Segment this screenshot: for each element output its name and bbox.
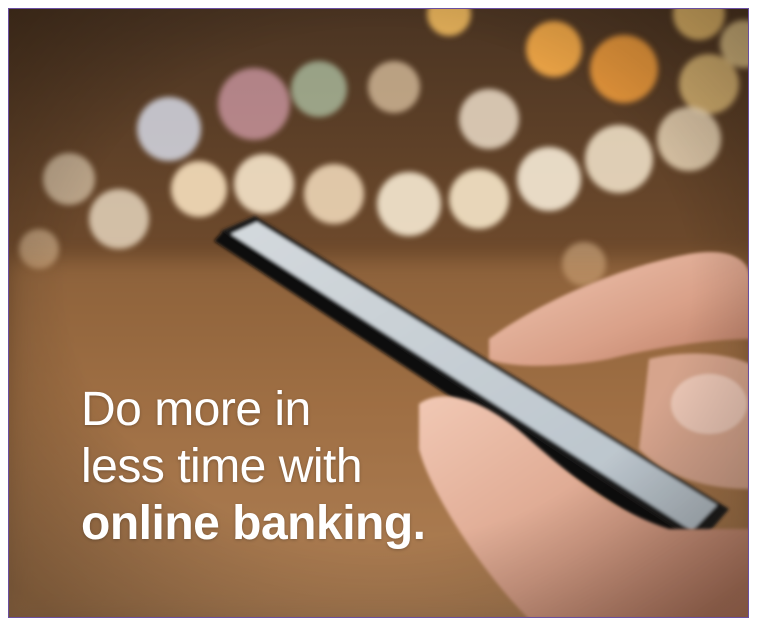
headline-line-2: less time with <box>81 440 363 493</box>
ad-headline: Do more in less time with online banking… <box>81 381 426 552</box>
headline-line-3: online banking. <box>81 497 426 550</box>
ad-banner[interactable]: Do more in less time with online banking… <box>8 8 749 618</box>
headline-line-1: Do more in <box>81 383 311 436</box>
